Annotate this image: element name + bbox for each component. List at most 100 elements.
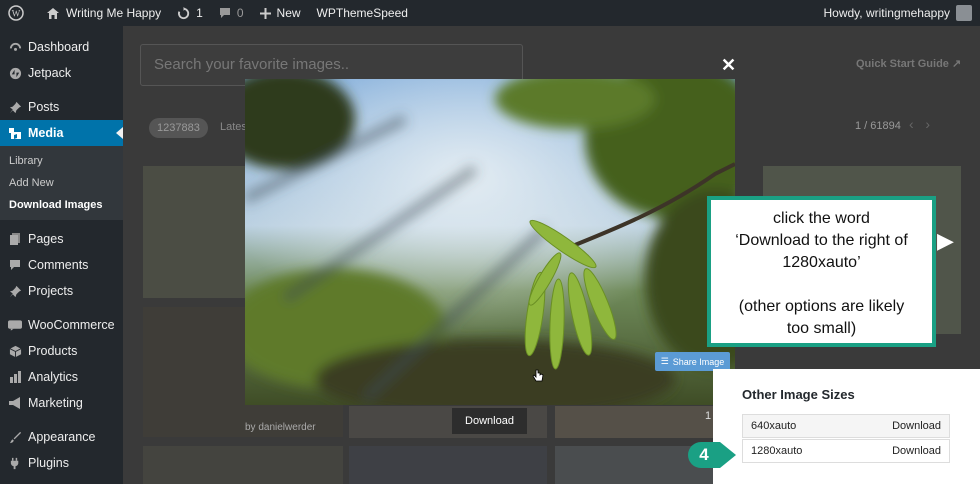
- pager-arrows[interactable]: ‹ ›: [909, 116, 930, 132]
- share-label: Share Image: [672, 356, 725, 367]
- sidebar-item-plugins[interactable]: Plugins: [0, 450, 123, 476]
- chevron-left-icon[interactable]: ‹: [909, 116, 914, 132]
- comment-icon: [8, 258, 22, 272]
- dashboard-icon: [8, 40, 22, 54]
- sidebar-item-jetpack[interactable]: Jetpack: [0, 60, 123, 86]
- refresh-icon: [178, 6, 190, 19]
- close-icon[interactable]: ✕: [721, 55, 736, 76]
- wpthemespeed-label: WPThemeSpeed: [316, 6, 408, 20]
- callout-line: 1280xauto’: [782, 254, 861, 271]
- download-button[interactable]: Download: [452, 408, 527, 434]
- sidebar-item-marketing[interactable]: Marketing: [0, 390, 123, 416]
- sidebar-item-label: Jetpack: [28, 66, 72, 80]
- submenu-download-images[interactable]: Download Images: [0, 194, 123, 216]
- site-name-link[interactable]: Writing Me Happy: [38, 0, 169, 26]
- plus-icon: [259, 7, 271, 19]
- sidebar-item-label: Plugins: [28, 456, 69, 470]
- quick-start-label: Quick Start Guide: [856, 58, 949, 70]
- sidebar-item-label: Analytics: [28, 370, 79, 384]
- sort-tab-latest[interactable]: Lates: [220, 121, 247, 133]
- hand-cursor-icon: [532, 369, 544, 388]
- sidebar-item-products[interactable]: Products: [0, 338, 123, 364]
- megaphone-icon: [8, 396, 22, 410]
- sidebar-item-media[interactable]: Media: [0, 120, 123, 146]
- other-image-sizes-panel: Other Image Sizes 640xauto Download 1280…: [713, 369, 980, 484]
- instruction-callout: click the word ‘Download to the right of…: [707, 196, 936, 347]
- bar-chart-icon: [8, 370, 22, 384]
- sidebar-item-label: Products: [28, 344, 78, 358]
- sidebar-item-comments[interactable]: Comments: [0, 252, 123, 278]
- account-menu[interactable]: Howdy, writingmehappy: [816, 0, 980, 26]
- admin-sidebar: Dashboard Jetpack Posts Media Library Ad…: [0, 26, 123, 484]
- box-icon: [8, 344, 22, 358]
- sidebar-item-pages[interactable]: Pages: [0, 226, 123, 252]
- updates-link[interactable]: 1: [169, 0, 211, 26]
- step-number: 4: [699, 445, 709, 464]
- pager-text: 1 / 61894: [855, 120, 901, 132]
- size-row: 640xauto Download: [742, 414, 950, 438]
- home-icon: [47, 7, 59, 19]
- download-link[interactable]: Download: [892, 420, 941, 432]
- sidebar-item-label: Projects: [28, 284, 74, 298]
- size-label: 640xauto: [751, 420, 797, 432]
- wp-logo-icon[interactable]: W: [0, 0, 38, 26]
- sidebar-item-posts[interactable]: Posts: [0, 94, 123, 120]
- avatar: [956, 5, 972, 21]
- photo-byline: by danielwerder: [245, 422, 316, 433]
- callout-line: (other options are likely: [738, 298, 905, 315]
- sidebar-item-label: WooCommerce: [28, 318, 115, 332]
- quick-start-link[interactable]: Quick Start Guide ↗: [856, 57, 961, 70]
- comments-count: 0: [236, 6, 244, 20]
- svg-text:W: W: [12, 9, 21, 19]
- sidebar-item-woocommerce[interactable]: WooCommerce: [0, 312, 123, 338]
- comment-icon: [219, 8, 230, 18]
- media-icon: [8, 126, 22, 140]
- site-name: Writing Me Happy: [66, 6, 162, 20]
- callout-line: too small): [786, 320, 857, 337]
- jetpack-icon: [8, 66, 22, 80]
- pin-icon: [8, 100, 22, 114]
- chevron-right-icon[interactable]: ›: [925, 116, 930, 132]
- sidebar-item-label: Dashboard: [28, 40, 90, 54]
- brush-icon: [8, 430, 22, 444]
- thumbnail[interactable]: [555, 406, 713, 438]
- external-link-icon: ↗: [951, 58, 962, 70]
- layers-icon: ☰: [660, 356, 669, 366]
- sidebar-item-appearance[interactable]: Appearance: [0, 424, 123, 450]
- media-submenu: Library Add New Download Images: [0, 146, 123, 220]
- pages-icon: [8, 232, 22, 246]
- sidebar-item-label: Media: [28, 126, 64, 140]
- sidebar-item-label: Posts: [28, 100, 60, 114]
- sidebar-item-dashboard[interactable]: Dashboard: [0, 34, 123, 60]
- submenu-add-new[interactable]: Add New: [0, 172, 123, 194]
- size-label: 1280xauto: [751, 445, 803, 457]
- plug-icon: [8, 456, 22, 470]
- result-count-badge: 1237883: [149, 118, 208, 138]
- size-row: 1280xauto Download: [742, 439, 950, 463]
- thumbnail[interactable]: [349, 446, 547, 484]
- thumbnail[interactable]: [143, 166, 245, 298]
- sidebar-item-projects[interactable]: Projects: [0, 278, 123, 304]
- new-label: New: [276, 6, 301, 20]
- comments-link[interactable]: 0: [211, 0, 252, 26]
- thumbnail[interactable]: [143, 446, 343, 484]
- sidebar-item-analytics[interactable]: Analytics: [0, 364, 123, 390]
- admin-bar: W Writing Me Happy 1 0 New WPThemeSpeed …: [0, 0, 980, 26]
- callout-line: click the word: [773, 210, 870, 227]
- partial-number: 1: [705, 410, 712, 422]
- next-image-icon[interactable]: ▶: [937, 228, 954, 254]
- new-content-link[interactable]: New: [252, 0, 309, 26]
- updates-count: 1: [196, 6, 203, 20]
- howdy-text: Howdy, writingmehappy: [823, 6, 951, 20]
- sidebar-item-label: Pages: [28, 232, 64, 246]
- sizes-title: Other Image Sizes: [742, 387, 855, 402]
- sidebar-item-label: Comments: [28, 258, 89, 272]
- pin-icon: [8, 284, 22, 298]
- wpthemespeed-link[interactable]: WPThemeSpeed: [309, 0, 416, 26]
- step-marker: 4: [686, 440, 738, 470]
- woo-icon: [8, 318, 22, 332]
- sidebar-item-label: Appearance: [28, 430, 96, 444]
- callout-line: ‘Download to the right of: [735, 232, 908, 249]
- submenu-library[interactable]: Library: [0, 150, 123, 172]
- download-link[interactable]: Download: [892, 445, 941, 457]
